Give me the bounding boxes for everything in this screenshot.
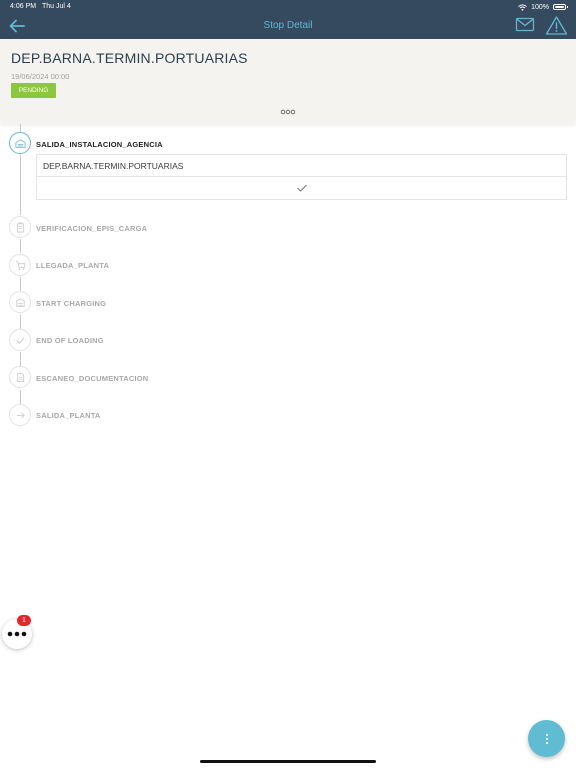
stop-header: DEP.BARNA.TERMIN.PORTUARIAS 19/06/2024 0… (0, 39, 576, 124)
step-icon-circle[interactable] (9, 132, 31, 154)
warehouse-icon (15, 138, 25, 148)
step-icon-circle[interactable] (9, 329, 31, 351)
status-date: Thu Jul 4 (42, 3, 71, 10)
step-label[interactable]: START CHARGING (36, 299, 106, 308)
document-icon (16, 372, 24, 382)
timeline-connector (20, 390, 21, 404)
clipboard-icon (16, 222, 24, 232)
detail-row: DEP.BARNA.TERMIN.PORTUARIAS (37, 155, 566, 177)
top-bar: 4:06 PM Thu Jul 4 100% Stop Detail (0, 0, 576, 39)
nav-title: Stop Detail (263, 20, 313, 31)
detail-location: DEP.BARNA.TERMIN.PORTUARIAS (43, 161, 184, 171)
stop-title: DEP.BARNA.TERMIN.PORTUARIAS (11, 50, 248, 66)
step-label[interactable]: SALIDA_PLANTA (36, 411, 101, 420)
battery-percent: 100% (531, 3, 549, 11)
notification-badge: 1 (17, 615, 31, 626)
timeline-connector (20, 315, 21, 329)
step-icon-circle[interactable] (9, 254, 31, 276)
timeline-connector (20, 155, 21, 215)
step-label[interactable]: LLEGADA_PLANTA (36, 261, 109, 270)
step-icon-circle[interactable] (9, 291, 31, 313)
confirm-check-icon[interactable] (296, 183, 308, 193)
loading-dock-icon (15, 297, 25, 307)
step-label[interactable]: VERIFICACION_EPIS_CARGA (36, 224, 147, 233)
arrow-right-icon (16, 411, 25, 419)
home-indicator (200, 760, 376, 763)
status-time: 4:06 PM (10, 3, 37, 10)
step-label[interactable]: SALIDA_INSTALACION_AGENCIA (36, 140, 163, 149)
more-vertical-icon (545, 733, 548, 744)
step-detail-panel: DEP.BARNA.TERMIN.PORTUARIAS (36, 154, 567, 200)
step-label[interactable]: ESCANEO_DOCUMENTACION (36, 374, 148, 383)
mail-icon[interactable] (515, 16, 535, 34)
step-icon-circle[interactable] (9, 404, 31, 426)
stop-datetime: 19/06/2024 00:00 (11, 72, 70, 81)
wifi-icon (518, 3, 527, 11)
timeline-connector (20, 352, 21, 366)
step-icon-circle[interactable] (9, 366, 31, 388)
battery-icon (553, 4, 568, 10)
step-label[interactable]: END OF LOADING (36, 336, 104, 345)
status-badge: PENDING (11, 83, 56, 98)
check-icon (16, 336, 25, 344)
status-indicators: 100% (518, 2, 568, 12)
actions-fab[interactable] (528, 720, 565, 757)
step-icon-circle[interactable] (9, 216, 31, 238)
timeline-connector (20, 124, 21, 132)
app-screen: 4:06 PM Thu Jul 4 100% Stop Detail DEP.B… (0, 0, 576, 768)
cart-icon (15, 260, 26, 270)
more-horizontal-icon (7, 631, 27, 637)
timeline-connector (20, 239, 21, 253)
warning-icon[interactable] (545, 15, 568, 36)
more-options-icon[interactable] (280, 108, 296, 116)
timeline-connector (20, 277, 21, 291)
